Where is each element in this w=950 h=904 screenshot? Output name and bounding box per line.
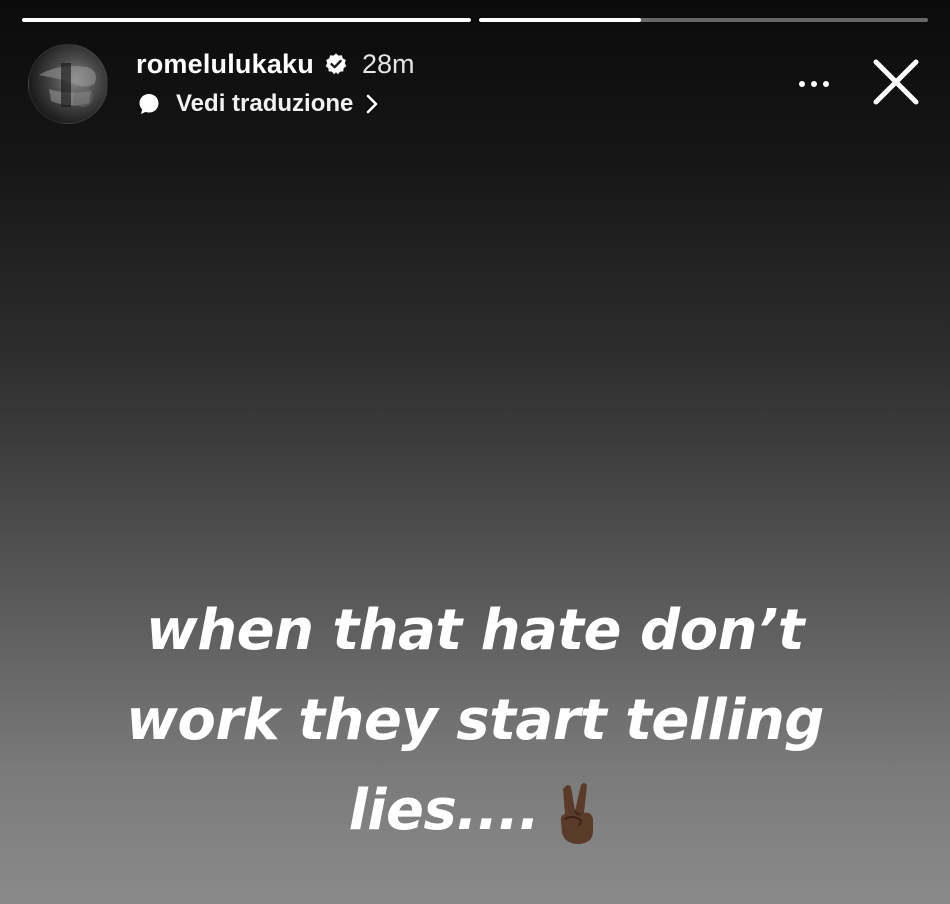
more-options-icon xyxy=(823,81,829,87)
story-timestamp: 28m xyxy=(361,48,415,79)
author-row: romelulukaku 28m xyxy=(136,48,414,80)
caption-line-2: work they start telling xyxy=(126,688,824,753)
see-translation-button[interactable]: Vedi traduzione xyxy=(136,90,414,118)
caption-line-1: when that hate don’t xyxy=(145,598,805,663)
close-icon xyxy=(873,59,919,105)
close-button[interactable] xyxy=(868,54,924,110)
progress-segment-1 xyxy=(22,18,471,22)
avatar-image xyxy=(39,63,96,107)
caption-line-3: lies.... xyxy=(40,766,910,856)
story-meta: romelulukaku 28m Vedi traduzione xyxy=(136,48,414,118)
more-options-button[interactable] xyxy=(792,72,836,96)
more-options-icon xyxy=(811,81,817,87)
chevron-right-icon xyxy=(365,94,379,114)
username[interactable]: romelulukaku xyxy=(136,49,314,80)
speech-bubble-icon xyxy=(136,91,162,117)
progress-fill-1 xyxy=(22,18,471,22)
progress-segment-2 xyxy=(479,18,928,22)
victory-hand-emoji xyxy=(553,781,601,847)
more-options-icon xyxy=(799,81,805,87)
avatar[interactable] xyxy=(28,44,108,124)
see-translation-label: Vedi traduzione xyxy=(176,90,354,117)
progress-fill-2 xyxy=(479,18,641,22)
verified-badge-icon xyxy=(324,52,348,76)
caption-line-3-text: lies.... xyxy=(348,778,540,843)
story-progress-bar xyxy=(22,18,928,22)
story-header: romelulukaku 28m Vedi traduzione xyxy=(28,42,928,126)
story-caption: when that hate don’t work they start tel… xyxy=(40,586,910,856)
